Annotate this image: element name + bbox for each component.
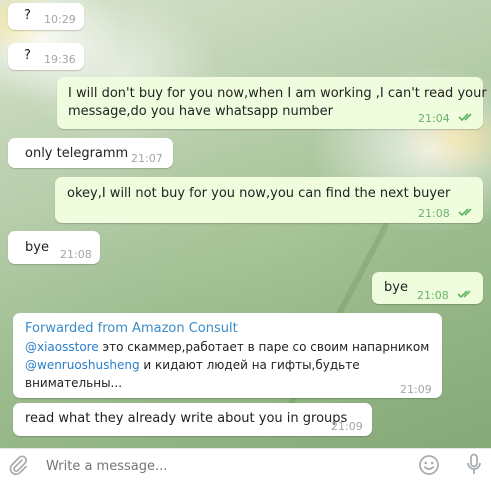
- message-text: only telegramm: [25, 146, 129, 161]
- forwarded-text-line: @xiaosstore это скаммер,работает в паре …: [25, 338, 429, 357]
- message-text: bye: [384, 280, 408, 295]
- message-text: ?: [24, 8, 31, 23]
- message-outgoing[interactable]: bye 21:08: [372, 272, 483, 304]
- message-input[interactable]: [44, 454, 408, 478]
- message-outgoing[interactable]: okey,I will not buy for you now,you can …: [55, 177, 483, 223]
- paperclip-icon[interactable]: [8, 454, 28, 476]
- forwarded-from-label[interactable]: Forwarded from Amazon Consult: [25, 319, 238, 338]
- smiley-icon[interactable]: [418, 454, 440, 476]
- double-check-icon: [458, 208, 472, 217]
- message-text: это скаммер,работает в паре со своим нап…: [98, 340, 430, 354]
- message-text: read what they already write about you i…: [25, 411, 348, 426]
- user-mention-link[interactable]: @wenruoshusheng: [25, 358, 140, 372]
- message-text: и кидают людей на гифты,будьте: [139, 358, 360, 372]
- message-time: 21:09: [331, 420, 363, 433]
- forwarded-text-line: внимательны...: [25, 376, 123, 390]
- message-text: bye: [25, 240, 49, 255]
- message-incoming[interactable]: read what they already write about you i…: [13, 403, 372, 436]
- microphone-icon[interactable]: [466, 453, 482, 477]
- message-time: 21:08: [60, 248, 92, 261]
- message-time: 21:07: [131, 152, 163, 165]
- message-outgoing[interactable]: I will don't buy for you now,when I am w…: [57, 77, 487, 129]
- message-time: 21:09: [400, 383, 432, 396]
- message-text: ?: [24, 48, 31, 63]
- message-incoming[interactable]: bye 21:08: [8, 231, 100, 264]
- forwarded-text-line: @wenruoshusheng и кидают людей на гифты,…: [25, 356, 360, 375]
- message-text: okey,I will not buy for you now,you can …: [67, 186, 451, 201]
- message-time: 21:04: [418, 112, 450, 125]
- message-time: 21:08: [418, 207, 450, 220]
- message-time: 21:08: [417, 289, 449, 302]
- message-text-line: I will don't buy for you now,when I am w…: [68, 86, 487, 101]
- chat-area[interactable]: ? 10:29 ? 19:36 I will don't buy for you…: [0, 0, 491, 448]
- double-check-icon: [457, 290, 471, 299]
- double-check-icon: [458, 113, 472, 122]
- message-incoming[interactable]: ? 10:29: [8, 3, 84, 30]
- message-incoming[interactable]: ? 19:36: [8, 43, 84, 70]
- message-text-line: message,do you have whatsapp number: [68, 104, 333, 119]
- message-input-bar: [0, 448, 491, 480]
- message-forwarded[interactable]: Forwarded from Amazon Consult @xiaosstor…: [13, 313, 442, 398]
- message-incoming[interactable]: only telegramm 21:07: [8, 138, 173, 168]
- user-mention-link[interactable]: @xiaosstore: [25, 340, 99, 354]
- message-time: 19:36: [44, 53, 76, 66]
- message-time: 10:29: [44, 13, 76, 26]
